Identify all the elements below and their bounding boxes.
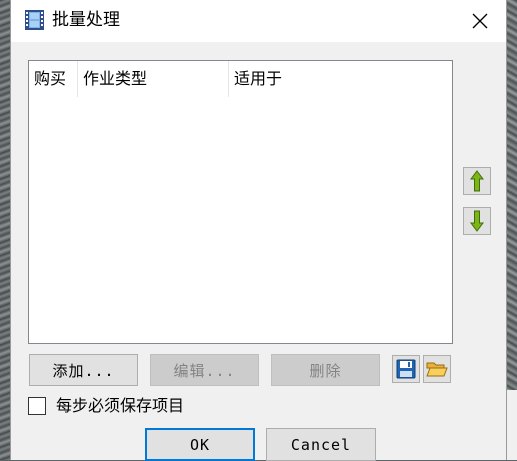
column-header-applies-to[interactable]: 适用于: [228, 61, 452, 97]
list-header: 购买 作业类型 适用于: [29, 61, 452, 97]
title-bar[interactable]: 批量处理: [11, 0, 506, 42]
folder-open-icon: [426, 362, 448, 377]
save-each-step-label[interactable]: 每步必须保存项目: [56, 395, 184, 417]
job-list[interactable]: 购买 作业类型 适用于: [28, 60, 453, 344]
arrow-down-icon: [470, 210, 484, 232]
save-each-step-checkbox[interactable]: [28, 397, 46, 415]
cancel-button[interactable]: Cancel: [266, 428, 376, 461]
arrow-up-icon: [470, 170, 484, 192]
ok-button[interactable]: OK: [145, 428, 255, 461]
floppy-disk-icon: [396, 359, 416, 379]
close-button[interactable]: [462, 6, 498, 36]
film-strip-icon: [25, 10, 44, 30]
edit-button[interactable]: 编辑...: [150, 354, 259, 386]
close-icon: [472, 13, 488, 29]
move-up-button[interactable]: [463, 167, 491, 195]
column-header-job-type[interactable]: 作业类型: [77, 61, 228, 97]
open-button[interactable]: [423, 355, 451, 383]
save-button[interactable]: [392, 355, 420, 383]
batch-process-dialog: 批量处理 购买 作业类型 适用于 添加... 编辑... 删除 每步必须保存项目…: [10, 0, 507, 461]
window-title: 批量处理: [52, 10, 120, 30]
column-header-purchase[interactable]: 购买: [29, 61, 77, 97]
add-button[interactable]: 添加...: [29, 354, 138, 386]
move-down-button[interactable]: [463, 207, 491, 235]
delete-button[interactable]: 删除: [271, 354, 380, 386]
